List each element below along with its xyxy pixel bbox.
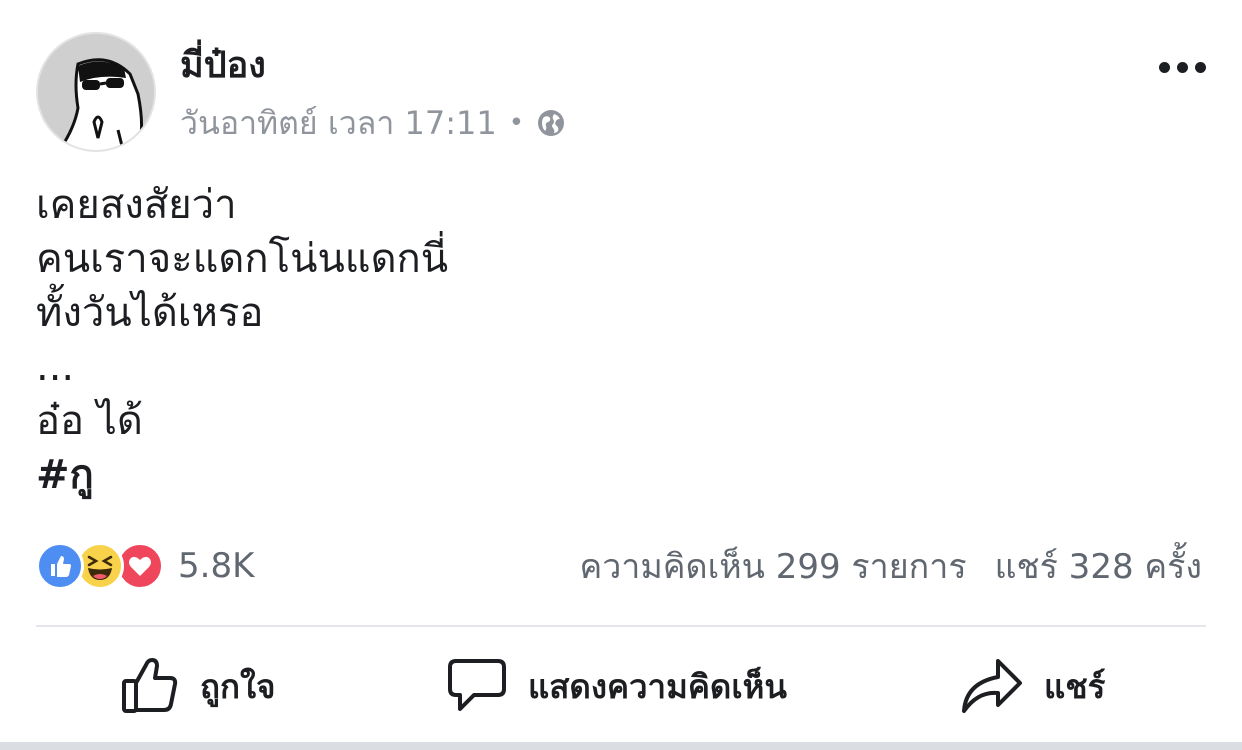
post-text-line: ... — [36, 344, 75, 390]
engagement-counts: ความคิดเห็น 299 รายการ แชร์ 328 ครั้ง — [579, 540, 1202, 592]
feed-separator — [0, 742, 1242, 750]
thumbs-up-icon — [122, 658, 178, 713]
post-text-line: เคยสงสัยว่า — [36, 182, 237, 228]
comment-button[interactable]: แสดงความคิดเห็น — [446, 650, 787, 722]
post-meta: วันอาทิตย์ เวลา 17:11 • — [180, 100, 566, 146]
more-dot — [1176, 61, 1188, 73]
post-text-line: อ๋อ ได้ — [36, 398, 143, 444]
share-count-link[interactable]: แชร์ 328 ครั้ง — [995, 539, 1202, 593]
comment-label: แสดงความคิดเห็น — [528, 666, 787, 706]
more-options-icon[interactable] — [1150, 50, 1214, 84]
post-action-bar: ถูกใจ แสดงความคิดเห็น แชร์ — [0, 632, 1242, 740]
comment-count-link[interactable]: ความคิดเห็น 299 รายการ — [579, 539, 966, 593]
share-arrow-icon — [962, 659, 1022, 713]
more-dot — [1158, 61, 1170, 73]
share-button[interactable]: แชร์ — [960, 650, 1105, 722]
post-body: เคยสงสัยว่า คนเราจะแดกโน่นแดกนี่ ทั้งวัน… — [36, 178, 1206, 502]
hashtag-link[interactable]: #กู — [36, 448, 1206, 502]
like-reaction-icon — [36, 542, 84, 590]
post-stats-bar: 5.8K ความคิดเห็น 299 รายการ แชร์ 328 ครั… — [36, 538, 1206, 594]
post-header: มี่ป๋อง วันอาทิตย์ เวลา 17:11 • — [0, 0, 1242, 160]
reaction-count: 5.8K — [178, 546, 255, 586]
post-text-line: ทั้งวันได้เหรอ — [36, 290, 264, 336]
author-name[interactable]: มี่ป๋อง — [180, 42, 266, 90]
like-button[interactable]: ถูกใจ — [120, 650, 275, 722]
post-timestamp[interactable]: วันอาทิตย์ เวลา 17:11 — [180, 100, 497, 146]
reactions-summary[interactable]: 5.8K — [36, 540, 254, 592]
more-dot — [1194, 61, 1206, 73]
share-label: แชร์ — [1044, 666, 1106, 706]
avatar[interactable] — [36, 32, 156, 152]
divider — [36, 625, 1206, 627]
globe-icon[interactable] — [536, 108, 566, 138]
post-text-line: คนเราจะแดกโน่นแดกนี่ — [36, 236, 449, 282]
comment-bubble-icon — [448, 659, 506, 711]
avatar-illustration-icon — [38, 34, 154, 150]
meta-separator: • — [508, 108, 525, 138]
like-label: ถูกใจ — [200, 666, 276, 706]
